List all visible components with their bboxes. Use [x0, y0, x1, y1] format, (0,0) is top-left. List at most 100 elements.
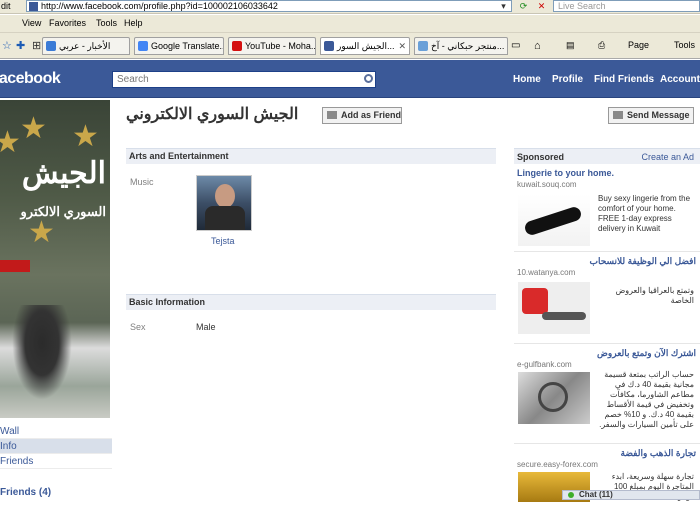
page-menu[interactable]: Page	[628, 40, 649, 50]
tab-other[interactable]: منتجر حبكاني - آخ...	[414, 37, 508, 55]
arts-section-header: Arts and Entertainment	[126, 148, 496, 164]
stop-icon[interactable]: ✕	[536, 0, 547, 12]
facebook-header: facebook Search Home Profile Find Friend…	[0, 60, 700, 98]
address-dropdown-icon[interactable]: ▾	[498, 0, 509, 12]
print-icon[interactable]: ⎙	[598, 40, 605, 51]
menu-view[interactable]: View	[22, 18, 41, 28]
chat-label: Chat (11)	[579, 490, 613, 499]
music-artist-link[interactable]: Tejsta	[211, 236, 235, 246]
google-icon	[138, 41, 148, 51]
tools-menu[interactable]: Tools	[674, 40, 695, 50]
ad-image[interactable]	[518, 194, 590, 246]
sex-label: Sex	[130, 322, 146, 332]
chat-bar[interactable]: Chat (11)	[562, 490, 700, 500]
ad-item[interactable]: افضل الي الوظيفة للانسحاب 10.watanya.com…	[514, 252, 700, 344]
facebook-icon	[324, 41, 334, 51]
ad-image[interactable]	[518, 282, 590, 334]
star-icon: ★	[20, 112, 47, 145]
tab-active-profile[interactable]: الجيش السور... ✕	[320, 37, 410, 55]
menu-edit-partial[interactable]: dit	[1, 1, 11, 11]
ad-image-figure	[523, 205, 583, 237]
home-icon[interactable]: ⌂	[534, 40, 541, 52]
tab-label: Google Translate...	[151, 41, 224, 51]
tab-google-translate[interactable]: Google Translate...	[134, 37, 224, 55]
menu-bar: View Favorites Tools Help	[0, 15, 700, 33]
ad-title[interactable]: تجارة الذهب والفضة	[621, 448, 696, 459]
menu-tools[interactable]: Tools	[96, 18, 117, 28]
feeds-icon[interactable]: ▤	[566, 40, 575, 51]
facebook-logo[interactable]: facebook	[0, 70, 61, 88]
ad-domain: secure.easy-forex.com	[517, 460, 598, 469]
page-favicon-icon	[29, 2, 38, 11]
ad-image[interactable]	[518, 372, 590, 424]
tab-label: YouTube - Moha...	[245, 41, 316, 51]
star-icon: ★	[0, 126, 21, 159]
address-bar-row: dit http://www.facebook.com/profile.php?…	[0, 0, 700, 14]
flag-graphic	[0, 260, 30, 272]
ad-body: Buy sexy lingerie from the comfort of yo…	[598, 194, 691, 233]
artist-face	[215, 184, 235, 208]
refresh-icon[interactable]: ⟳	[518, 0, 529, 12]
music-label: Music	[130, 177, 154, 187]
star-icon: ★	[72, 120, 99, 153]
search-icon[interactable]	[364, 74, 373, 83]
ad-skateboard	[542, 312, 586, 320]
ad-keyring	[538, 382, 568, 412]
friends-header[interactable]: Friends (4)	[0, 487, 51, 498]
add-as-friend-button[interactable]: Add as Friend	[322, 107, 402, 124]
add-friend-icon	[327, 111, 337, 119]
live-search-input[interactable]: Live Search	[553, 0, 700, 12]
ad-title[interactable]: اشترك الآن وتمتع بالعروض	[597, 348, 696, 359]
tab-favicon-icon	[418, 41, 428, 51]
add-favorite-icon[interactable]: ✚	[16, 39, 25, 52]
picture-subtitle-text: السوري الالكترو	[20, 204, 107, 219]
ad-logo	[522, 288, 548, 314]
ads-header: Sponsored Create an Ad	[514, 148, 700, 164]
nav-find-friends[interactable]: Find Friends	[594, 74, 654, 85]
profile-picture[interactable]: ★ ★ ★ الجيش السوري الالكترو ★	[0, 100, 110, 418]
sponsored-title: Sponsored	[517, 152, 565, 162]
nav-account[interactable]: Account	[660, 74, 700, 85]
tab-news[interactable]: الأخبار - عربي	[42, 37, 130, 55]
address-input[interactable]: http://www.facebook.com/profile.php?id=1…	[26, 0, 512, 12]
picture-title-text: الجيش	[21, 157, 106, 190]
message-icon	[613, 111, 623, 119]
ad-domain: 10.watanya.com	[517, 268, 576, 277]
facebook-search-input[interactable]: Search	[112, 71, 376, 88]
quick-tabs-icon[interactable]: ⊞	[32, 39, 41, 52]
menu-help[interactable]: Help	[124, 18, 143, 28]
favorites-star-icon[interactable]: ☆	[2, 39, 12, 52]
nav-home[interactable]: Home	[513, 74, 541, 85]
tab-favicon-icon	[46, 41, 56, 51]
new-tab-icon[interactable]: ▭	[511, 40, 520, 51]
nav-profile[interactable]: Profile	[552, 74, 583, 85]
ad-body: وتمتع بالعراقيا والعروض الخاصة	[615, 286, 694, 305]
add-friend-label: Add as Friend	[341, 110, 402, 120]
address-url: http://www.facebook.com/profile.php?id=1…	[41, 1, 278, 11]
menu-favorites[interactable]: Favorites	[49, 18, 86, 28]
send-message-button[interactable]: Send Message	[608, 107, 694, 124]
youtube-icon	[232, 41, 242, 51]
ad-item[interactable]: Lingerie to your home. kuwait.souq.com B…	[514, 164, 700, 252]
music-artist-thumbnail[interactable]	[196, 175, 252, 231]
ad-domain: e-gulfbank.com	[517, 360, 572, 369]
ad-domain: kuwait.souq.com	[517, 180, 577, 189]
close-tab-icon[interactable]: ✕	[398, 38, 406, 54]
create-ad-link[interactable]: Create an Ad	[641, 152, 694, 162]
soldiers-silhouette	[12, 305, 72, 400]
left-nav-friends[interactable]: Friends	[0, 454, 112, 469]
tab-label: منتجر حبكاني - آخ...	[431, 41, 505, 51]
online-status-icon	[568, 492, 574, 498]
ad-title[interactable]: افضل الي الوظيفة للانسحاب	[590, 256, 697, 267]
tab-label: الأخبار - عربي	[59, 41, 111, 51]
ad-title[interactable]: Lingerie to your home.	[517, 168, 614, 178]
profile-name: الجيش السوري الالكتروني	[126, 106, 299, 123]
tab-bar: ☆ ✚ ⊞ الأخبار - عربي Google Translate...…	[0, 33, 700, 59]
star-icon: ★	[28, 216, 55, 249]
left-nav-info[interactable]: Info	[0, 439, 112, 454]
tab-youtube[interactable]: YouTube - Moha...	[228, 37, 316, 55]
ad-item[interactable]: اشترك الآن وتمتع بالعروض e-gulfbank.com …	[514, 344, 700, 444]
artist-body	[205, 206, 245, 230]
ad-body: حساب الراتب بمتعة قسيمة مجانية بقيمة 40 …	[599, 370, 694, 429]
left-nav-wall[interactable]: Wall	[0, 424, 112, 439]
